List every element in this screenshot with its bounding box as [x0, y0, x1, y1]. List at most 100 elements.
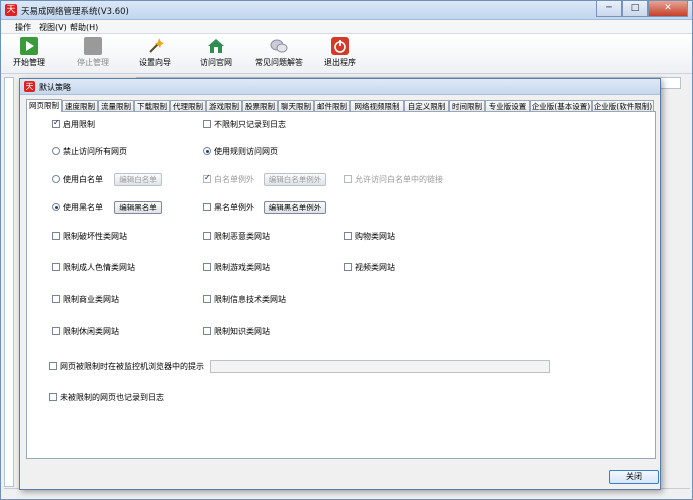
checkbox-box — [344, 175, 352, 183]
use-blacklist-label: 使用黑名单 — [63, 203, 103, 212]
checkbox-box — [52, 232, 60, 240]
home-icon — [207, 37, 225, 55]
checkbox-box — [344, 232, 352, 240]
use-whitelist-radio[interactable]: 使用白名单 — [52, 175, 103, 185]
checkbox-box — [203, 232, 211, 240]
checkbox-box — [52, 327, 60, 335]
limit-adult-checkbox[interactable]: 限制成人色情类网站 — [52, 263, 135, 273]
edit-blacklist-exception-button[interactable]: 编辑黑名单例外 — [264, 201, 326, 214]
left-tree-panel[interactable] — [4, 77, 14, 487]
use-blacklist-radio[interactable]: 使用黑名单 — [52, 203, 103, 213]
allow-whitelist-links-checkbox[interactable]: 允许访问白名单中的链接 — [344, 175, 443, 185]
checkbox-box — [203, 327, 211, 335]
limit-leisure-checkbox[interactable]: 限制休闲类网站 — [52, 327, 119, 337]
log-unlimited-checkbox[interactable]: 未被限制的网页也记录到日志 — [49, 393, 164, 403]
limit-video-label: 视频类网站 — [355, 263, 395, 272]
faq-button[interactable]: 常见问题解答 — [255, 37, 303, 68]
checkbox-box — [344, 263, 352, 271]
faq-icon — [270, 37, 288, 55]
limit-games-checkbox[interactable]: 限制游戏类网站 — [203, 263, 270, 273]
limit-shopping-checkbox[interactable]: 购物类网站 — [344, 232, 395, 242]
stop-manage-button[interactable]: 停止管理 — [77, 37, 109, 68]
show-hint-checkbox[interactable]: 网页被限制时在被监控机浏览器中的提示 — [49, 362, 204, 372]
checkbox-box — [52, 295, 60, 303]
use-whitelist-label: 使用白名单 — [63, 175, 103, 184]
log-unlimited-label: 未被限制的网页也记录到日志 — [60, 393, 164, 402]
checkbox-box — [49, 393, 57, 401]
web-limit-panel: 启用限制 不限制只记录到日志 禁止访问所有网页 使用规则访问网页 使用白名单 编… — [26, 111, 656, 459]
faq-label: 常见问题解答 — [255, 58, 303, 67]
edit-blacklist-button[interactable]: 编辑黑名单 — [114, 201, 162, 214]
minimize-button[interactable]: ─ — [596, 1, 622, 17]
menu-view[interactable]: 视图(V) — [39, 22, 67, 33]
start-icon — [20, 37, 38, 55]
menu-help[interactable]: 帮助(H) — [70, 22, 98, 33]
checkbox-box — [49, 362, 57, 370]
setup-wizard-button[interactable]: 设置向导 — [139, 37, 171, 68]
app-logo-icon: 天 — [5, 4, 17, 16]
toolbar: 开始管理 停止管理 设置向导 访问官网 常见问题解答 退出程序 — [1, 34, 692, 74]
edit-whitelist-exception-button[interactable]: 编辑白名单例外 — [264, 173, 326, 186]
checkbox-box — [52, 263, 60, 271]
radio-circle — [52, 203, 60, 211]
start-manage-button[interactable]: 开始管理 — [13, 37, 45, 68]
limit-commerce-label: 限制商业类网站 — [63, 295, 119, 304]
whitelist-exception-label: 白名单例外 — [214, 175, 254, 184]
close-button[interactable]: 关闭 — [609, 470, 659, 484]
limit-knowledge-checkbox[interactable]: 限制知识类网站 — [203, 327, 270, 337]
dialog-logo-icon: 天 — [24, 81, 35, 92]
close-window-button[interactable]: ✕ — [648, 1, 688, 17]
edit-whitelist-button[interactable]: 编辑白名单 — [114, 173, 162, 186]
dialog-title: 默认策略 — [39, 83, 71, 92]
limit-malicious-checkbox[interactable]: 限制恶意类网站 — [203, 232, 270, 242]
dialog-titlebar[interactable]: 天 默认策略 — [20, 79, 660, 95]
show-hint-label: 网页被限制时在被监控机浏览器中的提示 — [60, 362, 204, 371]
enable-limit-label: 启用限制 — [63, 120, 95, 129]
limit-video-checkbox[interactable]: 视频类网站 — [344, 263, 395, 273]
radio-circle — [203, 147, 211, 155]
exit-label: 退出程序 — [324, 58, 356, 67]
visit-site-button[interactable]: 访问官网 — [200, 37, 232, 68]
limit-adult-label: 限制成人色情类网站 — [63, 263, 135, 272]
no-limit-log-only-checkbox[interactable]: 不限制只记录到日志 — [203, 120, 286, 130]
use-rules-label: 使用规则访问网页 — [214, 147, 278, 156]
limit-knowledge-label: 限制知识类网站 — [214, 327, 270, 336]
enable-limit-checkbox[interactable]: 启用限制 — [52, 118, 95, 130]
limit-commerce-checkbox[interactable]: 限制商业类网站 — [52, 295, 119, 305]
limit-shopping-label: 购物类网站 — [355, 232, 395, 241]
limit-it-checkbox[interactable]: 限制信息技术类网站 — [203, 295, 286, 305]
allow-whitelist-links-label: 允许访问白名单中的链接 — [355, 175, 443, 184]
window-title: 天易成网络管理系统(V3.60) — [21, 7, 129, 17]
maximize-button[interactable]: □ — [622, 1, 648, 17]
menubar: 操作 视图(V) 帮助(H) — [1, 20, 692, 34]
limit-malicious-label: 限制恶意类网站 — [214, 232, 270, 241]
menu-operate[interactable]: 操作 — [15, 22, 31, 33]
no-limit-log-only-label: 不限制只记录到日志 — [214, 120, 286, 129]
forbid-all-radio[interactable]: 禁止访问所有网页 — [52, 147, 127, 157]
hint-text-input[interactable] — [210, 360, 550, 373]
checkbox-box — [52, 118, 60, 128]
use-rules-radio[interactable]: 使用规则访问网页 — [203, 147, 278, 157]
limit-it-label: 限制信息技术类网站 — [214, 295, 286, 304]
policy-dialog: 天 默认策略 网页限制 速度限制 流量限制 下载限制 代理限制 游戏限制 股票限… — [19, 78, 661, 490]
blacklist-exception-label: 黑名单例外 — [214, 203, 254, 212]
checkbox-box — [203, 263, 211, 271]
tab-web-limit[interactable]: 网页限制 — [26, 99, 62, 112]
visit-site-label: 访问官网 — [200, 58, 232, 67]
power-icon — [331, 37, 349, 55]
blacklist-exception-checkbox[interactable]: 黑名单例外 — [203, 203, 254, 213]
limit-games-label: 限制游戏类网站 — [214, 263, 270, 272]
checkbox-box — [203, 120, 211, 128]
start-manage-label: 开始管理 — [13, 58, 45, 67]
stop-icon — [84, 37, 102, 55]
wizard-icon — [146, 37, 164, 55]
limit-destructive-checkbox[interactable]: 限制破坏性类网站 — [52, 232, 127, 242]
limit-leisure-label: 限制休闲类网站 — [63, 327, 119, 336]
setup-wizard-label: 设置向导 — [139, 58, 171, 67]
whitelist-exception-checkbox[interactable]: 白名单例外 — [203, 173, 254, 185]
radio-circle — [52, 147, 60, 155]
exit-button[interactable]: 退出程序 — [324, 37, 356, 68]
main-titlebar[interactable]: 天 天易成网络管理系统(V3.60) ─ □ ✕ — [1, 1, 692, 20]
checkbox-box — [203, 173, 211, 183]
checkbox-box — [203, 203, 211, 211]
